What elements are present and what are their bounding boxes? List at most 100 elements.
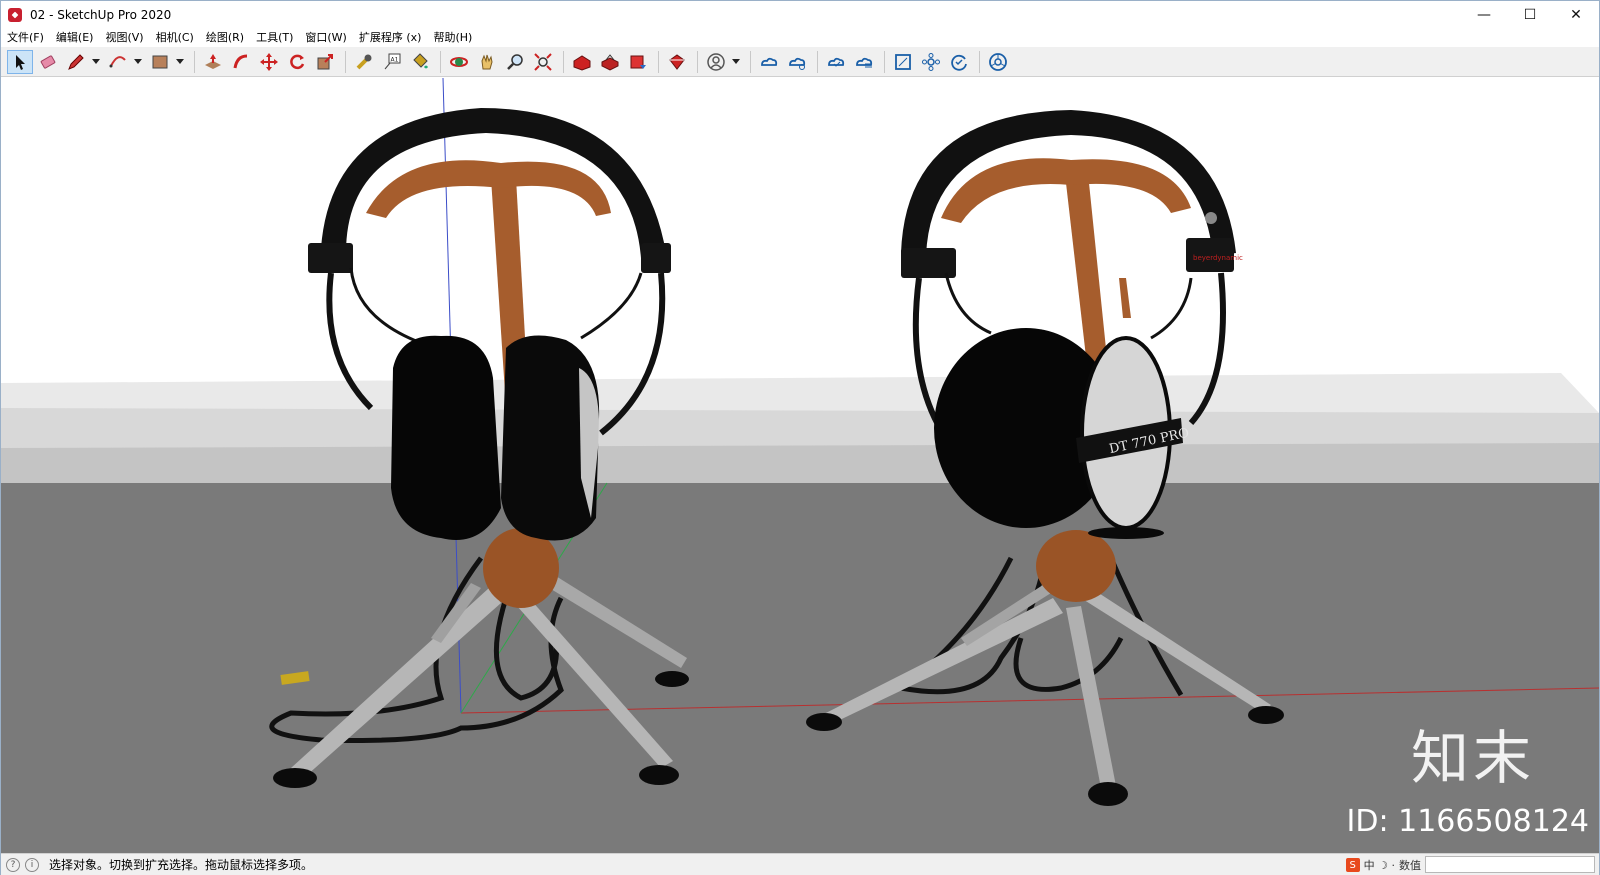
dropdown-arrow-icon [92, 58, 100, 64]
toolbar-separator [884, 50, 885, 73]
menu-view[interactable]: 视图(V) [99, 29, 149, 47]
orbit-tool-button[interactable] [446, 50, 472, 74]
menu-extensions[interactable]: 扩展程序 (x) [353, 29, 428, 47]
account-button[interactable] [703, 50, 729, 74]
sky [1, 78, 1599, 388]
rotate-icon [290, 54, 305, 69]
scale-tool-button[interactable] [312, 50, 338, 74]
toolbar-separator [817, 50, 818, 73]
refresh-check-button[interactable] [946, 50, 972, 74]
title-bar: 02 - SketchUp Pro 2020 — ☐ ✕ [1, 1, 1599, 29]
toolbar-separator [345, 50, 346, 73]
line-tool-dropdown[interactable] [91, 50, 101, 74]
menu-help[interactable]: 帮助(H) [427, 29, 478, 47]
menu-draw[interactable]: 绘图(R) [200, 29, 250, 47]
pencil-line-icon [68, 53, 84, 70]
cloud-check-button[interactable] [823, 50, 849, 74]
dropdown-arrow-icon [134, 58, 142, 64]
minimize-button[interactable]: — [1461, 1, 1507, 29]
paint-bucket-tool-button[interactable] [407, 50, 433, 74]
orbit-icon [450, 56, 468, 67]
measurements-label: 数值 [1399, 859, 1421, 872]
layout-icon [630, 55, 646, 69]
pan-tool-button[interactable] [474, 50, 500, 74]
status-message: 选择对象。切换到扩充选择。拖动鼠标选择多项。 [49, 858, 314, 872]
window-title: 02 - SketchUp Pro 2020 [30, 8, 172, 22]
model-viewport[interactable]: beyerdynamic DT 770 PRO 知末 ID: 116650812… [1, 78, 1599, 853]
ime-mode-text: 中 ☽ · [1363, 859, 1395, 872]
zoom-tool-button[interactable] [502, 50, 528, 74]
menu-edit[interactable]: 编辑(E) [50, 29, 100, 47]
3d-warehouse-button[interactable] [569, 50, 595, 74]
browser-icon [989, 52, 1007, 71]
follow-me-icon [233, 54, 248, 68]
eraser-tool-button[interactable] [35, 50, 61, 74]
push-pull-icon [205, 53, 221, 69]
trimble-connect-button[interactable] [756, 50, 782, 74]
move-tool-button[interactable] [256, 50, 282, 74]
scene-canvas: beyerdynamic DT 770 PRO [1, 78, 1599, 853]
text-icon: A1 [384, 53, 401, 69]
zoom-extents-icon [534, 52, 552, 71]
paint-bucket-icon [413, 52, 428, 68]
brand-mark: beyerdynamic [1193, 254, 1243, 262]
close-button[interactable]: ✕ [1553, 1, 1599, 29]
browser-button[interactable] [985, 50, 1011, 74]
toolbar-separator [697, 50, 698, 73]
zoom-icon [507, 53, 523, 70]
ime-toolbar[interactable]: S 中 ☽ · 数值 [1345, 857, 1421, 873]
text-tool-button[interactable]: A1 [379, 50, 405, 74]
geo-location-icon[interactable]: ? [6, 857, 20, 872]
cloud-list-icon [856, 57, 873, 67]
menu-window[interactable]: 窗口(W) [299, 29, 352, 47]
rectangle-tool-button[interactable] [147, 50, 173, 74]
account-dropdown[interactable] [731, 50, 741, 74]
trimble-connect-icon [761, 57, 778, 66]
rectangle-icon [152, 55, 168, 68]
window-controls: — ☐ ✕ [1461, 1, 1599, 29]
extension-warehouse-button[interactable] [664, 50, 690, 74]
maximize-button[interactable]: ☐ [1507, 1, 1553, 29]
toolbar-separator [440, 50, 441, 73]
share-model-icon [601, 53, 619, 71]
info-icon[interactable]: i [25, 857, 39, 872]
arc-tool-dropdown[interactable] [133, 50, 143, 74]
ground-plane [1, 483, 1599, 853]
pan-icon [481, 54, 493, 69]
shape-tool-dropdown[interactable] [175, 50, 185, 74]
toolbar-separator [658, 50, 659, 73]
cloud-list-button[interactable] [851, 50, 877, 74]
toolbar-separator [979, 50, 980, 73]
cloud-check-icon [828, 57, 845, 67]
watermark-logo: 知末 [1410, 724, 1535, 792]
toolbar-separator [563, 50, 564, 73]
dropdown-arrow-icon [176, 58, 184, 64]
cloud-sync-icon [789, 57, 806, 70]
menu-file[interactable]: 文件(F) [1, 29, 50, 47]
follow-me-tool-button[interactable] [228, 50, 254, 74]
zoom-extents-tool-button[interactable] [530, 50, 556, 74]
share-model-button[interactable] [597, 50, 623, 74]
send-to-layout-button[interactable] [625, 50, 651, 74]
main-toolbar: A1 [1, 47, 1599, 77]
line-tool-button[interactable] [63, 50, 89, 74]
arc-tool-button[interactable] [105, 50, 131, 74]
sketchup-logo-icon [8, 8, 22, 22]
menu-bar: 文件(F) 编辑(E) 视图(V) 相机(C) 绘图(R) 工具(T) 窗口(W… [1, 29, 1599, 47]
select-tool-button[interactable] [7, 49, 33, 74]
menu-camera[interactable]: 相机(C) [150, 29, 200, 47]
status-bar: ? i 选择对象。切换到扩充选择。拖动鼠标选择多项。 S 中 ☽ · 数值 [1, 853, 1599, 875]
frame-button[interactable] [890, 50, 916, 74]
dropdown-arrow-icon [732, 58, 740, 64]
cloud-sync-button[interactable] [784, 50, 810, 74]
push-pull-tool-button[interactable] [200, 50, 226, 74]
tape-measure-tool-button[interactable] [351, 50, 377, 74]
toolbar-separator [194, 50, 195, 73]
components-button[interactable] [918, 50, 944, 74]
tape-measure-icon [356, 54, 372, 69]
menu-tools[interactable]: 工具(T) [250, 29, 299, 47]
measurements-input[interactable] [1425, 856, 1595, 873]
svg-text:A1: A1 [391, 56, 399, 63]
rotate-tool-button[interactable] [284, 50, 310, 74]
sogou-ime-icon[interactable]: S [1345, 858, 1360, 872]
